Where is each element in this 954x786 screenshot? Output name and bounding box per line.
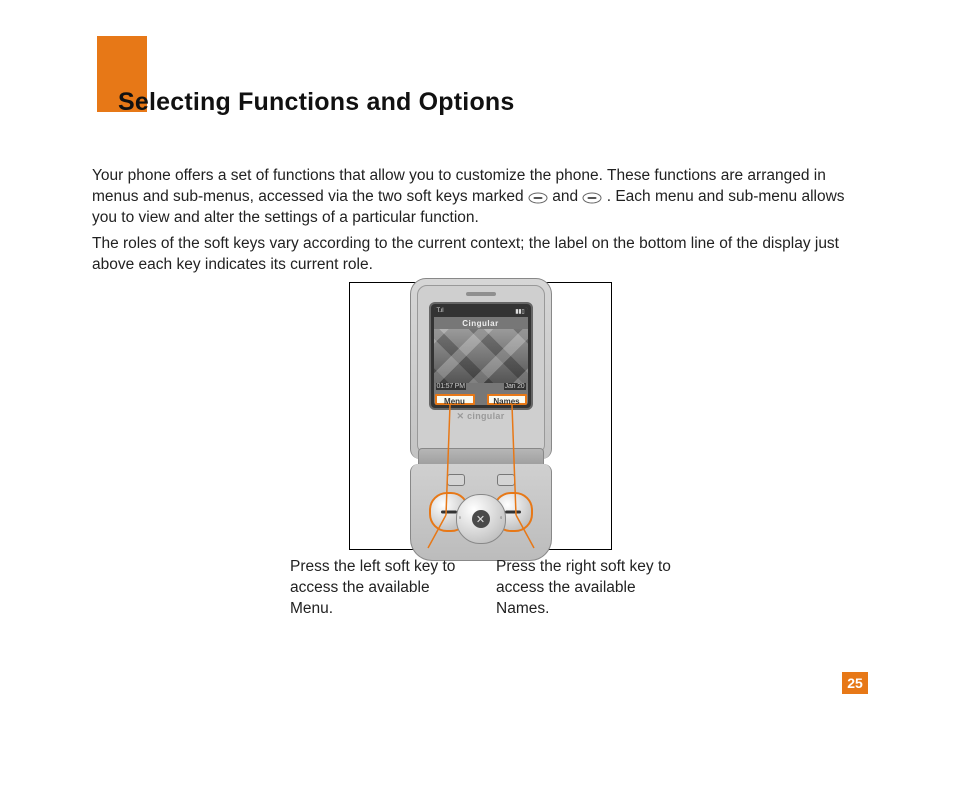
- status-bar: T.ıl ▮▮▯: [434, 307, 528, 317]
- phone-keypad-body: ✕ ◦ ◦: [410, 464, 552, 561]
- intro-paragraph-2: The roles of the soft keys vary accordin…: [92, 234, 868, 276]
- intro-paragraph-1b: and: [552, 188, 582, 205]
- signal-icon: T.ıl: [437, 308, 444, 314]
- earpiece-icon: [466, 292, 496, 296]
- screen-frame: T.ıl ▮▮▯ Cingular 01:57 PM Jan 20 Menu N…: [429, 302, 533, 410]
- brand-label: ✕ cingular: [418, 411, 544, 422]
- screen-datetime-row: 01:57 PM Jan 20: [434, 383, 528, 394]
- date-label: Jan 20: [504, 383, 526, 390]
- left-softkey-icon: [528, 192, 548, 204]
- left-softkey-screen-label: Menu: [435, 394, 475, 405]
- left-softkey-caption: Press the left soft key to access the av…: [290, 557, 470, 620]
- intro-paragraph-1: Your phone offers a set of functions tha…: [92, 166, 868, 229]
- side-small-key-left: [447, 474, 465, 486]
- right-softkey-icon: [582, 192, 602, 204]
- right-softkey-screen-label: Names: [487, 394, 527, 405]
- navigation-dpad: ✕ ◦ ◦: [456, 494, 506, 544]
- dpad-right-icon: ◦: [500, 513, 503, 522]
- phone-illustration-figure: T.ıl ▮▮▯ Cingular 01:57 PM Jan 20 Menu N…: [349, 282, 612, 550]
- dpad-center-icon: ✕: [472, 510, 490, 528]
- page-title: Selecting Functions and Options: [118, 88, 515, 117]
- side-small-key-right: [497, 474, 515, 486]
- battery-icon: ▮▮▯: [515, 308, 524, 315]
- page-number: 25: [842, 672, 868, 694]
- wallpaper: [434, 329, 528, 383]
- phone-top-flip: T.ıl ▮▮▯ Cingular 01:57 PM Jan 20 Menu N…: [410, 278, 552, 459]
- dpad-left-icon: ◦: [459, 513, 462, 522]
- phone-top-bezel: T.ıl ▮▮▯ Cingular 01:57 PM Jan 20 Menu N…: [417, 285, 545, 453]
- right-softkey-caption: Press the right soft key to access the a…: [496, 557, 676, 620]
- phone-screen: T.ıl ▮▮▯ Cingular 01:57 PM Jan 20 Menu N…: [434, 307, 528, 405]
- time-label: 01:57 PM: [436, 383, 466, 390]
- carrier-label: Cingular: [434, 319, 528, 328]
